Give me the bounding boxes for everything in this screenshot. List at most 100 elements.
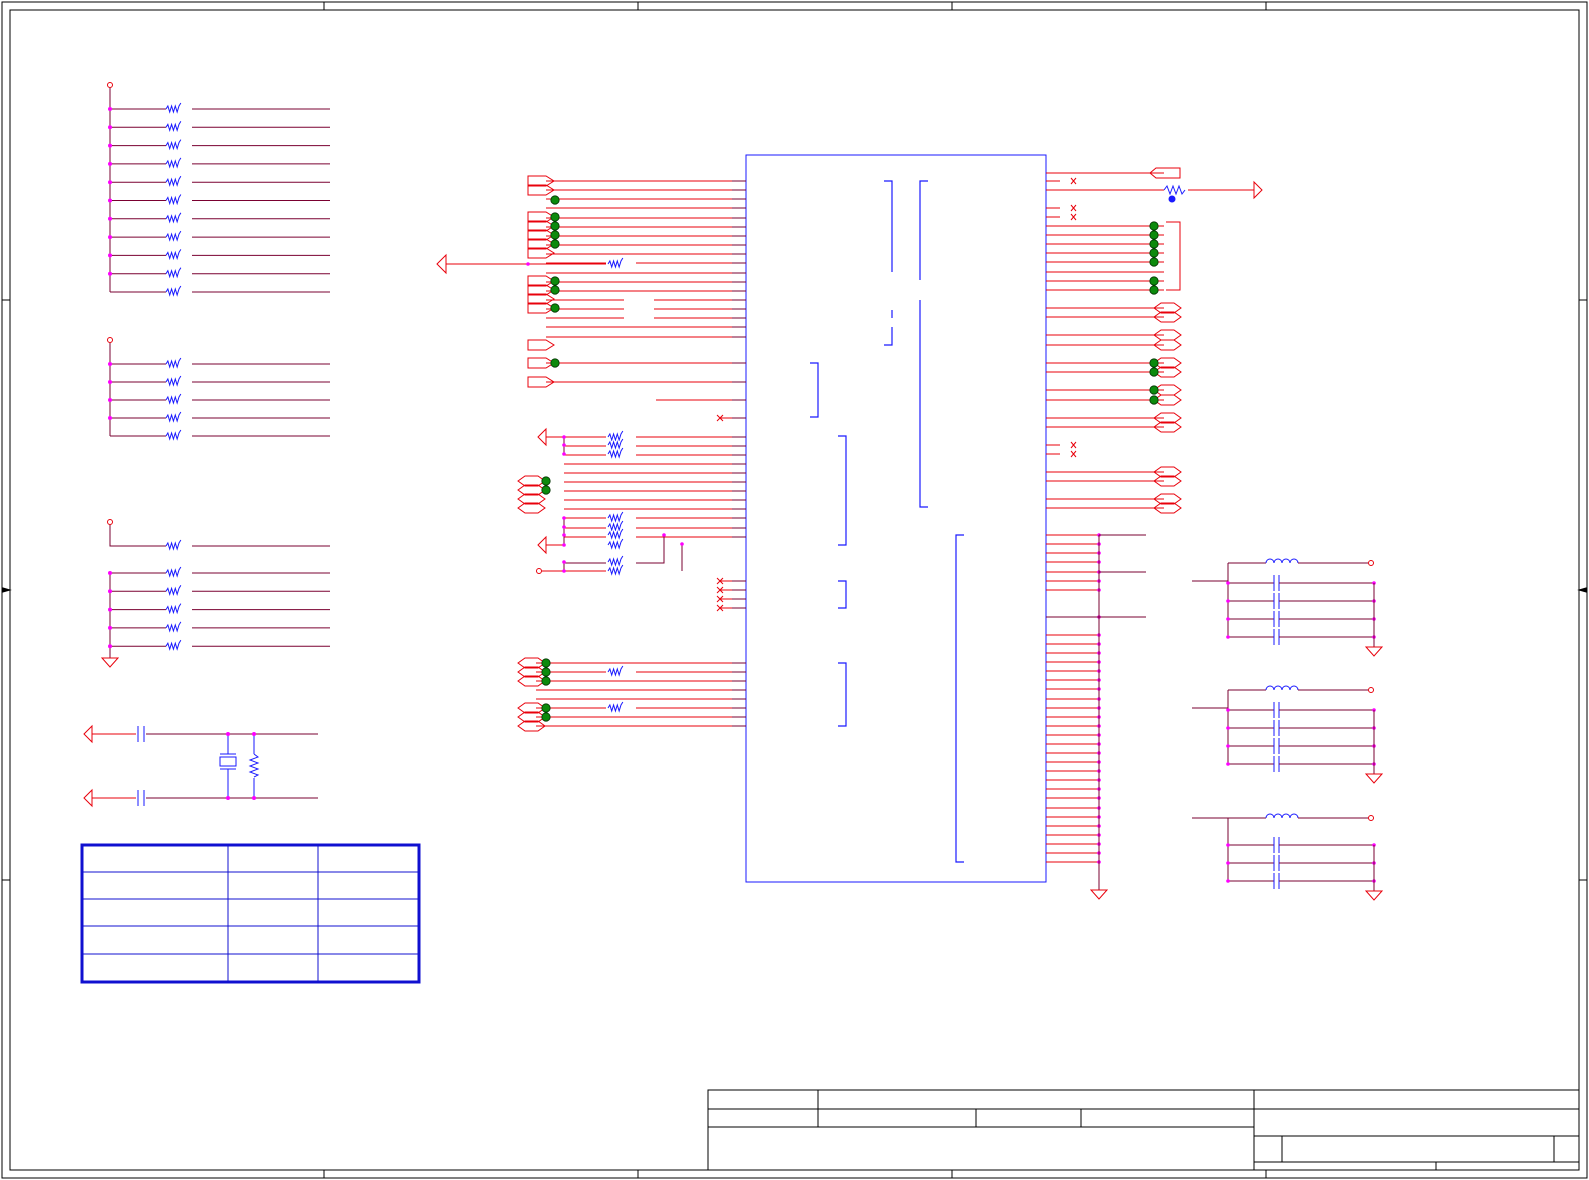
junction-dot	[1226, 726, 1230, 730]
offpage-arrow-left-2	[537, 427, 547, 447]
test-point	[550, 239, 560, 249]
junction-dot	[108, 107, 112, 111]
test-point	[1149, 276, 1159, 286]
filter-inductor	[1265, 813, 1299, 819]
offpage-arrow-right	[1253, 180, 1263, 200]
offpage-arrow-left-3	[537, 535, 547, 555]
crystal	[219, 734, 237, 798]
test-point	[541, 676, 551, 686]
junction-dot	[108, 143, 112, 148]
filter-output-terminal	[1368, 687, 1374, 693]
test-point	[541, 658, 551, 668]
bank-resistor	[165, 267, 182, 279]
test-point	[1149, 285, 1159, 295]
bank-resistor	[165, 566, 182, 578]
power-rail-terminal	[107, 519, 113, 525]
junction-dot	[108, 253, 112, 258]
crystal-oscillator-circuit	[83, 724, 318, 808]
test-point	[541, 712, 551, 722]
bank-resistor	[165, 357, 182, 369]
offpage-connector-xin	[83, 724, 93, 744]
bank-resistor	[165, 639, 182, 651]
nc-gap	[1060, 450, 1170, 458]
filter-output-terminal	[1368, 815, 1374, 821]
test-point	[1149, 367, 1159, 377]
bank-resistor	[165, 429, 182, 441]
left-test-points	[541, 195, 560, 722]
test-point	[550, 212, 560, 222]
junction-dot	[108, 416, 112, 420]
test-point	[550, 303, 560, 313]
junction-dot	[562, 452, 566, 456]
junction-dot	[562, 533, 566, 537]
title-block	[707, 1089, 1580, 1171]
bank-resistor	[165, 285, 182, 297]
left-port-connectors	[517, 175, 555, 732]
outer-border	[1, 1, 1588, 1179]
test-point	[550, 195, 560, 205]
test-point	[550, 358, 560, 368]
filter-inductor	[1265, 558, 1299, 564]
ground-symbol	[1364, 890, 1384, 901]
test-point	[550, 285, 560, 295]
resistor-bank-3	[100, 519, 330, 668]
filter-output-terminal	[1368, 560, 1374, 566]
junction-dot	[1226, 762, 1230, 766]
zone-ticks	[2, 2, 1587, 1178]
series-resistors-left	[526, 257, 684, 713]
junction-dot	[562, 516, 566, 520]
bank-resistor	[165, 230, 182, 242]
junction-dot	[108, 571, 112, 575]
junction-dot	[1226, 617, 1230, 621]
bank-resistor	[165, 139, 182, 151]
junction-dot	[1226, 861, 1230, 865]
via-dot	[1168, 195, 1176, 203]
bank-net-left	[109, 525, 166, 547]
test-point	[550, 221, 560, 231]
junction-dot	[108, 161, 112, 166]
bank-resistor	[165, 411, 182, 423]
junction-dot	[1226, 581, 1230, 585]
schematic-sheet	[1, 1, 1588, 1179]
junction-dot	[108, 180, 112, 185]
junction-dot	[680, 542, 684, 546]
bank-resistor	[165, 393, 182, 405]
junction-dot	[108, 125, 112, 130]
junction-dot	[1226, 635, 1230, 639]
bank-resistor	[165, 603, 182, 615]
test-point	[1149, 230, 1159, 240]
test-point	[550, 276, 560, 286]
test-point	[541, 485, 551, 495]
bank-resistor	[165, 121, 182, 132]
bank-resistor	[165, 212, 182, 224]
bank-resistor	[165, 375, 182, 387]
series-resistor-right	[1163, 184, 1186, 196]
pullup-resistor-bank-1	[107, 82, 330, 297]
junction-dot	[562, 543, 566, 547]
ground-symbol	[1364, 773, 1384, 784]
junction-dot	[662, 533, 666, 537]
zone-arrow-right	[1577, 587, 1587, 593]
junction-dot	[108, 380, 112, 384]
test-point	[550, 230, 560, 240]
offpage-arrow-left-1	[436, 253, 447, 275]
junction-dot	[1226, 879, 1230, 883]
junction-dot	[108, 589, 112, 594]
power-filters	[1192, 558, 1384, 901]
diode-gap	[624, 299, 654, 323]
ic-pin-group-brackets	[810, 180, 964, 863]
junction-dot	[108, 271, 112, 276]
config-table	[80, 843, 421, 984]
test-point	[1149, 248, 1159, 258]
junction-dot	[1226, 708, 1230, 712]
bank-resistor	[165, 175, 182, 187]
junction-dot	[562, 443, 566, 447]
junction-dot	[108, 216, 112, 221]
offpage-connector-xout	[83, 788, 93, 808]
ground-symbol-ic	[1089, 889, 1109, 900]
nc-gap	[1060, 441, 1170, 449]
ic-right-pin-wires	[1046, 172, 1170, 864]
test-point	[1149, 385, 1159, 395]
junction-dot	[1226, 843, 1230, 847]
capacitor-xin	[137, 726, 145, 742]
